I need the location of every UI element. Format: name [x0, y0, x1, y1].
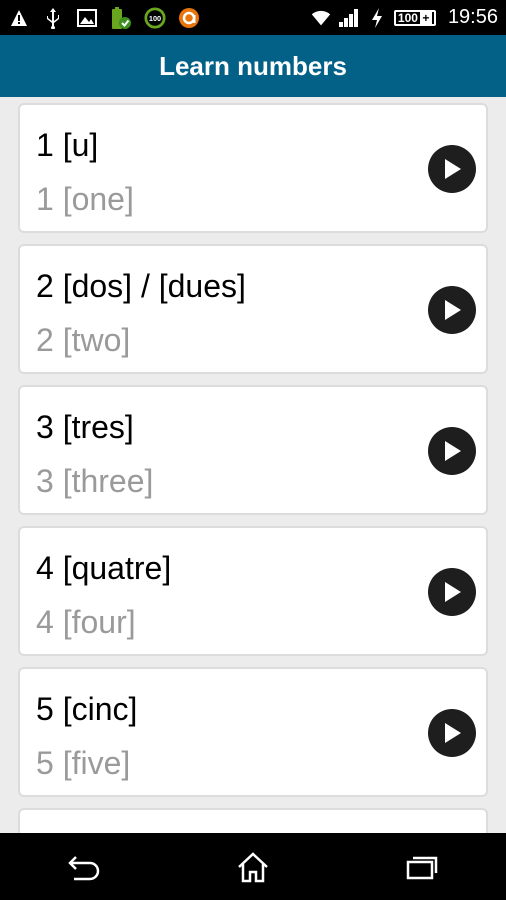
number-card[interactable]: 1 [u] 1 [one]	[18, 103, 488, 233]
number-translation: 3 [three]	[36, 463, 154, 499]
system-nav-bar	[0, 833, 506, 900]
speed-100-icon: 100	[144, 6, 166, 29]
number-card[interactable]: 2 [dos] / [dues] 2 [two]	[18, 244, 488, 374]
number-translation: 5 [five]	[36, 745, 131, 781]
svg-text:100: 100	[149, 14, 161, 23]
number-list[interactable]: 1 [u] 1 [one] 2 [dos] / [dues] 2 [two] 3…	[0, 97, 506, 833]
play-button[interactable]	[428, 709, 476, 757]
play-button[interactable]	[428, 568, 476, 616]
number-card[interactable]	[18, 808, 488, 833]
app-a-icon	[178, 7, 200, 29]
number-term: 1 [u]	[36, 127, 99, 163]
alert-icon	[8, 7, 30, 29]
status-indicators: 100 + 19:56	[310, 6, 498, 29]
number-term: 3 [tres]	[36, 409, 134, 445]
usb-icon	[42, 7, 64, 29]
number-card[interactable]: 4 [quatre] 4 [four]	[18, 526, 488, 656]
number-translation: 1 [one]	[36, 181, 134, 217]
battery-level: 100	[397, 10, 418, 25]
home-button[interactable]	[223, 837, 283, 897]
signal-icon	[338, 7, 360, 29]
battery-saver-icon	[110, 6, 132, 29]
status-bar: 100 100 + 19:56	[0, 0, 506, 35]
number-card[interactable]: 3 [tres] 3 [three]	[18, 385, 488, 515]
battery-charging-plus-icon: +	[419, 11, 432, 24]
play-icon	[445, 441, 461, 461]
home-icon	[238, 851, 268, 882]
battery-indicator: 100 +	[393, 9, 436, 26]
number-translation: 4 [four]	[36, 604, 136, 640]
notification-icons: 100	[8, 6, 200, 29]
play-icon	[445, 300, 461, 320]
number-card[interactable]: 5 [cinc] 5 [five]	[18, 667, 488, 797]
clock: 19:56	[447, 6, 498, 28]
page-title: Learn numbers	[159, 50, 347, 81]
play-button[interactable]	[428, 427, 476, 475]
charging-icon	[366, 7, 388, 29]
play-icon	[445, 582, 461, 602]
play-icon	[445, 159, 461, 179]
wifi-icon	[310, 7, 332, 29]
image-icon	[76, 7, 98, 29]
number-term: 5 [cinc]	[36, 691, 138, 727]
back-icon	[68, 855, 100, 880]
recent-apps-button[interactable]	[392, 837, 452, 897]
play-button[interactable]	[428, 145, 476, 193]
play-icon	[445, 723, 461, 743]
play-button[interactable]	[428, 286, 476, 334]
app-title-bar: Learn numbers	[0, 35, 506, 97]
number-translation: 2 [two]	[36, 322, 131, 358]
recent-apps-icon	[406, 856, 437, 879]
back-button[interactable]	[54, 837, 114, 897]
number-term: 4 [quatre]	[36, 550, 172, 586]
number-term: 2 [dos] / [dues]	[36, 268, 246, 304]
